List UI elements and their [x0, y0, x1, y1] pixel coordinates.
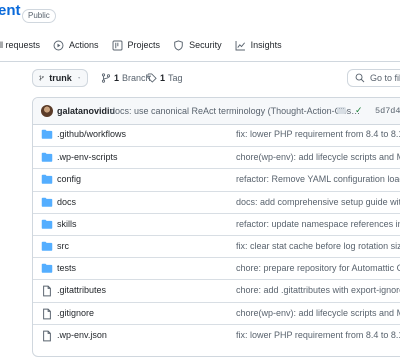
file-name[interactable]: .gitignore	[57, 308, 94, 318]
tags-link[interactable]: 1 Tag	[147, 73, 183, 83]
file-name[interactable]: src	[57, 241, 69, 251]
table-row[interactable]: .gitignore chore(wp-env): add lifecycle s…	[33, 301, 400, 324]
tags-label: Tag	[168, 73, 183, 83]
tab-projects[interactable]: Projects	[112, 40, 161, 51]
chevron-down-icon	[77, 77, 80, 79]
table-row[interactable]: docs docs: add comprehensive setup guide …	[33, 190, 400, 213]
table-row[interactable]: src fix: clear stat cache before log rota…	[33, 235, 400, 257]
actions-icon	[53, 40, 64, 50]
folder-icon	[41, 263, 53, 274]
file-icon	[41, 308, 53, 319]
file-commit-message[interactable]: chore: add .gitattributes with export-ig…	[236, 285, 400, 295]
tag-icon	[147, 73, 157, 83]
branches-link[interactable]: 1 Branch	[101, 73, 151, 83]
branches-count: 1	[114, 73, 120, 83]
table-row[interactable]: config refactor: Remove YAML configuratio…	[33, 168, 400, 190]
file-commit-message[interactable]: chore(wp-env): add lifecycle scripts and…	[236, 152, 400, 162]
latest-commit-bar: galatanovidiu docs: use canonical ReAct …	[33, 98, 400, 125]
file-icon	[41, 330, 53, 342]
file-commit-message[interactable]: chore: prepare repository for Automattic…	[236, 263, 400, 273]
tags-count: 1	[160, 73, 166, 83]
go-to-file-placeholder: Go to file	[369, 73, 400, 83]
git-branch-icon	[101, 73, 111, 83]
projects-icon	[112, 40, 122, 50]
tab-actions[interactable]: Actions	[53, 40, 99, 51]
file-name[interactable]: .wp-env-scripts	[57, 152, 118, 162]
file-commit-message[interactable]: docs: add comprehensive setup guide with…	[236, 197, 400, 207]
folder-icon	[41, 174, 53, 185]
table-row[interactable]: tests chore: prepare repository for Autom…	[33, 257, 400, 279]
nav-label-pull-requests: ull requests	[0, 40, 41, 50]
repo-name[interactable]: ent	[0, 2, 21, 19]
search-icon	[355, 73, 365, 83]
file-commit-message[interactable]: chore(wp-env): add lifecycle scripts and…	[236, 308, 400, 318]
graph-icon	[235, 40, 245, 50]
file-name[interactable]: docs	[57, 197, 76, 207]
folder-icon	[41, 241, 53, 252]
git-branch-icon	[39, 75, 44, 81]
table-row[interactable]: .wp-env-scripts chore(wp-env): add lifecy…	[33, 146, 400, 168]
table-row[interactable]: .wp-env.json fix: lower PHP requirement f…	[33, 323, 400, 346]
repo-nav: ull requests Actions Projects Security I…	[0, 36, 400, 54]
avatar[interactable]	[41, 105, 53, 117]
table-row[interactable]: .gitattributes chore: add .gitattributes …	[33, 279, 400, 301]
nav-label-security: Security	[189, 40, 222, 50]
nav-label-insights: Insights	[250, 40, 282, 50]
table-row[interactable]: .github/workflows fix: lower PHP requirem…	[33, 124, 400, 146]
check-icon[interactable]: ✓	[355, 105, 363, 116]
go-to-file-input[interactable]: Go to file	[347, 69, 400, 87]
file-name[interactable]: .wp-env.json	[57, 330, 107, 340]
file-icon	[41, 285, 53, 297]
tab-security[interactable]: Security	[173, 39, 222, 51]
folder-icon	[41, 219, 53, 230]
file-commit-message[interactable]: fix: lower PHP requirement from 8.4 to 8…	[236, 330, 400, 340]
commit-message[interactable]: docs: use canonical ReAct terminology (T…	[110, 106, 360, 116]
file-name[interactable]: .github/workflows	[57, 129, 126, 139]
file-name[interactable]: .gitattributes	[57, 285, 106, 295]
file-table: galatanovidiu docs: use canonical ReAct …	[32, 97, 400, 357]
folder-icon	[41, 197, 53, 208]
folder-icon	[41, 152, 53, 163]
nav-label-projects: Projects	[127, 40, 161, 50]
file-name[interactable]: tests	[57, 263, 76, 273]
file-name[interactable]: config	[57, 174, 81, 184]
tab-insights[interactable]: Insights	[235, 40, 282, 51]
visibility-badge: Public	[22, 9, 56, 23]
shield-icon	[174, 39, 183, 51]
folder-icon	[41, 129, 53, 140]
file-commit-message[interactable]: refactor: update namespace references in…	[236, 219, 400, 229]
branch-name: trunk	[49, 73, 72, 83]
file-commit-message[interactable]: fix: clear stat cache before log rotatio…	[236, 241, 400, 251]
table-row[interactable]: skills refactor: update namespace referen…	[33, 212, 400, 235]
expand-commit-button[interactable]: ···	[337, 106, 346, 114]
commit-author[interactable]: galatanovidiu	[57, 106, 115, 116]
file-commit-message[interactable]: fix: lower PHP requirement from 8.4 to 8…	[236, 129, 400, 139]
commit-sha[interactable]: 5d7d45c	[375, 106, 400, 116]
tab-pull-requests[interactable]: ull requests	[0, 40, 40, 50]
file-name[interactable]: skills	[57, 219, 77, 229]
nav-label-actions: Actions	[69, 40, 99, 50]
branch-selector-button[interactable]: trunk	[32, 69, 88, 87]
nav-divider	[0, 61, 400, 62]
file-commit-message[interactable]: refactor: Remove YAML configuration load…	[236, 174, 400, 184]
